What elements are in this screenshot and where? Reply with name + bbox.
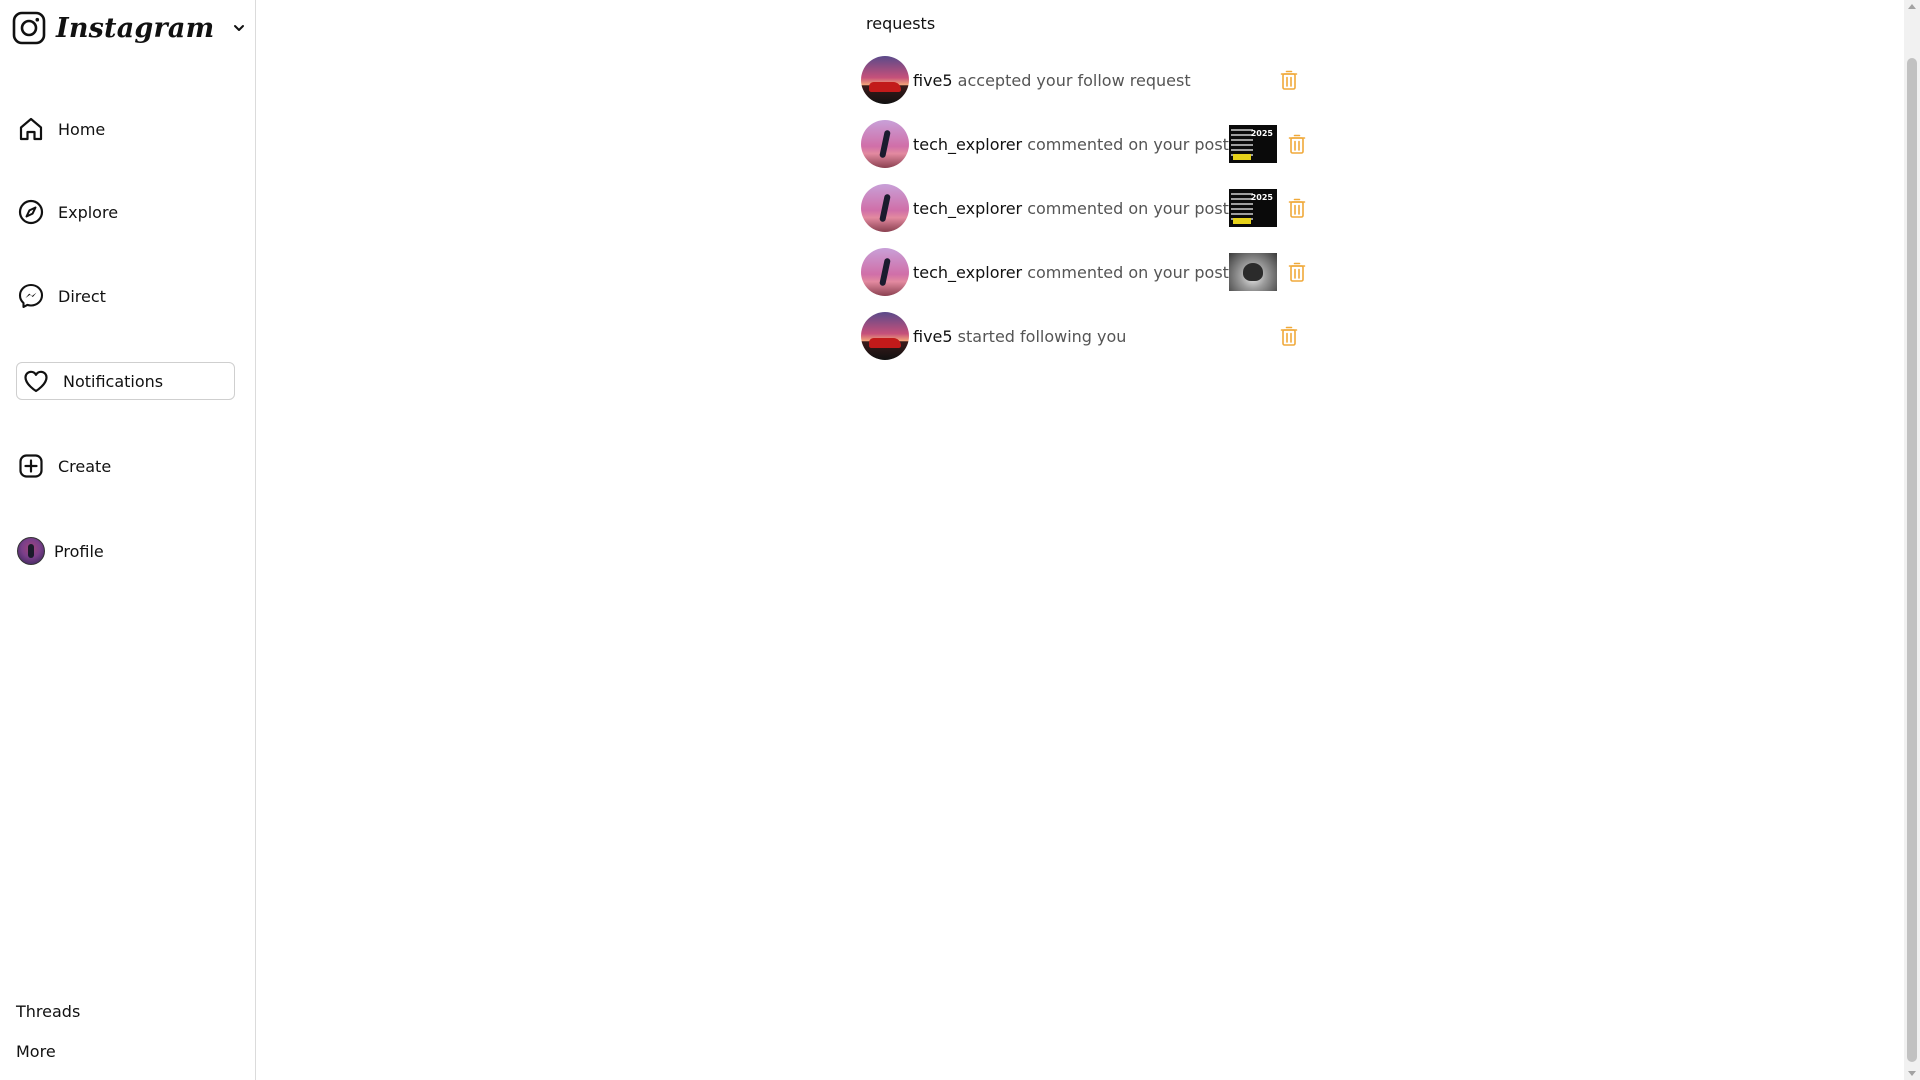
delete-notification-button[interactable] [1277,68,1301,92]
avatar[interactable] [861,312,909,360]
notification-action: commented on your post [1027,198,1229,218]
notification-action: started following you [957,326,1127,346]
sidebar-item-home[interactable]: Home [16,110,236,148]
notification-item[interactable]: five5 started following you [861,311,1301,361]
avatar[interactable] [861,248,909,296]
sidebar-item-direct[interactable]: Direct [16,277,236,315]
notifications-panel: requests five5 accepted your follow requ… [257,0,1904,1080]
scroll-up-arrow[interactable] [1908,4,1916,9]
more-menu-button[interactable]: More [16,1042,56,1061]
sidebar-item-explore[interactable]: Explore [16,193,236,231]
username-link[interactable]: tech_explorer [913,135,1022,154]
trash-icon [1288,198,1306,218]
trash-icon [1288,134,1306,154]
messenger-icon [16,281,46,311]
sidebar-item-label: Home [58,119,106,139]
username-link[interactable]: five5 [913,71,953,90]
trash-icon [1280,70,1298,90]
notification-text: five5 accepted your follow request [913,71,1277,90]
sidebar-item-create[interactable]: Create [16,447,236,485]
post-thumbnail[interactable]: 2025 [1228,125,1277,163]
notification-text: tech_explorer commented on your post [913,263,1229,282]
profile-avatar [16,536,46,566]
plus-square-icon [16,451,46,481]
notification-text: five5 started following you [913,327,1277,346]
notification-text: tech_explorer commented on your post [913,135,1229,154]
avatar[interactable] [861,184,909,232]
instagram-wordmark: Instagram [56,12,215,44]
trash-icon [1288,262,1306,282]
username-link[interactable]: tech_explorer [913,263,1022,282]
notification-item[interactable]: tech_explorer commented on your post 202… [861,183,1306,233]
trash-icon [1280,326,1298,346]
post-thumbnail[interactable] [1228,253,1277,291]
sidebar-item-label: Direct [58,286,106,306]
page-scrollbar[interactable] [1904,0,1920,1080]
instagram-icon [12,11,46,45]
delete-notification-button[interactable] [1277,324,1301,348]
notification-action: commented on your post [1027,134,1229,154]
threads-link[interactable]: Threads [16,1002,80,1021]
chevron-down-icon[interactable] [232,21,246,35]
delete-notification-button[interactable] [1285,196,1309,220]
username-link[interactable]: five5 [913,327,953,346]
heart-icon [21,366,51,396]
notification-text: tech_explorer commented on your post [913,199,1229,218]
sidebar-item-profile[interactable]: Profile [16,532,236,570]
avatar[interactable] [861,56,909,104]
sidebar-item-notifications[interactable]: Notifications [16,362,235,400]
delete-notification-button[interactable] [1285,132,1309,156]
notification-item[interactable]: tech_explorer commented on your post 202… [861,119,1306,169]
sidebar-item-label: Notifications [63,371,164,391]
sidebar-item-label: Create [58,456,112,476]
home-icon [16,114,46,144]
sidebar-item-label: Profile [54,541,104,561]
username-link[interactable]: tech_explorer [913,199,1022,218]
avatar[interactable] [861,120,909,168]
section-title: requests [866,14,936,33]
delete-notification-button[interactable] [1285,260,1309,284]
sidebar-item-label: Explore [58,202,119,222]
notification-action: commented on your post [1027,262,1229,282]
notification-item[interactable]: tech_explorer commented on your post [861,247,1306,297]
sidebar: Instagram Home Explore Direct Notificati… [0,0,256,1080]
scrollbar-thumb[interactable] [1907,58,1917,1062]
notification-item[interactable]: five5 accepted your follow request [861,55,1301,105]
notification-action: accepted your follow request [957,70,1191,90]
compass-icon [16,197,46,227]
scroll-down-arrow[interactable] [1908,1071,1916,1076]
post-thumbnail[interactable]: 2025 [1228,189,1277,227]
brand-switcher[interactable]: Instagram [12,8,246,48]
